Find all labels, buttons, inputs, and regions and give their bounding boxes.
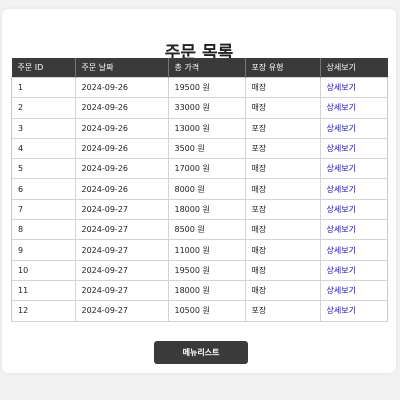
packaging-type-cell: 포장 <box>244 198 321 221</box>
menu-list-button[interactable]: 메뉴리스트 <box>154 341 248 364</box>
order-id-cell: 12 <box>11 300 76 322</box>
total-price-cell: 18000 원 <box>167 198 246 221</box>
view-details-link[interactable]: 상세보기 <box>327 286 356 295</box>
order-id-cell: 10 <box>11 259 76 281</box>
total-price-cell: 8500 원 <box>167 219 246 241</box>
view-details-link[interactable]: 상세보기 <box>327 83 356 92</box>
order-date-cell: 2024-09-27 <box>74 259 169 281</box>
view-details-link[interactable]: 상세보기 <box>327 246 356 255</box>
packaging-type-cell: 매장 <box>244 239 321 261</box>
orders-table-body: 1 2024-09-26 19500 원 매장 상세보기 2 2024-09-26 33000… <box>11 76 388 322</box>
view-details-link[interactable]: 상세보기 <box>327 205 356 214</box>
packaging-type-cell: 포장 <box>244 117 321 139</box>
column-header-total-price: 총 가격 <box>167 58 245 78</box>
view-details-link[interactable]: 상세보기 <box>327 266 356 275</box>
packaging-type-cell: 매장 <box>244 219 321 241</box>
packaging-type-cell: 매장 <box>244 158 321 180</box>
total-price-cell: 19500 원 <box>167 259 246 281</box>
order-id-cell: 6 <box>11 178 76 200</box>
table-row: 6 2024-09-26 8000 원 매장 상세보기 <box>11 178 388 200</box>
order-id-cell: 4 <box>11 137 76 160</box>
details-cell: 상세보기 <box>319 300 388 322</box>
table-row: 12 2024-09-27 10500 원 포장 상세보기 <box>11 300 388 322</box>
column-header-order-id: 주문 ID <box>11 58 75 78</box>
order-date-cell: 2024-09-26 <box>74 97 169 119</box>
order-id-cell: 9 <box>11 239 76 261</box>
details-cell: 상세보기 <box>319 137 388 160</box>
packaging-type-cell: 매장 <box>244 76 321 99</box>
packaging-type-cell: 매장 <box>244 259 321 281</box>
details-cell: 상세보기 <box>319 76 388 99</box>
total-price-cell: 17000 원 <box>167 158 246 180</box>
order-date-cell: 2024-09-27 <box>74 300 169 322</box>
order-id-cell: 1 <box>11 76 76 99</box>
table-row: 11 2024-09-27 18000 원 매장 상세보기 <box>11 279 388 302</box>
details-cell: 상세보기 <box>319 279 388 302</box>
details-cell: 상세보기 <box>319 97 388 119</box>
table-row: 3 2024-09-26 13000 원 포장 상세보기 <box>11 117 388 139</box>
order-date-cell: 2024-09-26 <box>74 76 169 99</box>
order-date-cell: 2024-09-27 <box>74 239 169 261</box>
packaging-type-cell: 매장 <box>244 279 321 302</box>
orders-table-header-row: 주문 ID 주문 날짜 총 가격 포장 유형 상세보기 <box>11 58 388 78</box>
packaging-type-cell: 포장 <box>244 300 321 322</box>
details-cell: 상세보기 <box>319 117 388 139</box>
table-row: 2 2024-09-26 33000 원 매장 상세보기 <box>11 97 388 119</box>
order-id-cell: 3 <box>11 117 76 139</box>
total-price-cell: 18000 원 <box>167 279 246 302</box>
packaging-type-cell: 매장 <box>244 97 321 119</box>
details-cell: 상세보기 <box>319 259 388 281</box>
view-details-link[interactable]: 상세보기 <box>327 225 356 234</box>
order-date-cell: 2024-09-26 <box>74 158 169 180</box>
order-id-cell: 5 <box>11 158 76 180</box>
column-header-packaging-type: 포장 유형 <box>244 58 320 78</box>
total-price-cell: 19500 원 <box>167 76 246 99</box>
details-cell: 상세보기 <box>319 158 388 180</box>
view-details-link[interactable]: 상세보기 <box>327 103 356 112</box>
total-price-cell: 3500 원 <box>167 137 246 160</box>
packaging-type-cell: 포장 <box>244 137 321 160</box>
order-date-cell: 2024-09-27 <box>74 219 169 241</box>
table-row: 9 2024-09-27 11000 원 매장 상세보기 <box>11 239 388 261</box>
table-row: 7 2024-09-27 18000 원 포장 상세보기 <box>11 198 388 221</box>
orders-table: 주문 ID 주문 날짜 총 가격 포장 유형 상세보기 1 2024-09-26 1… <box>11 58 388 322</box>
total-price-cell: 13000 원 <box>167 117 246 139</box>
order-id-cell: 11 <box>11 279 76 302</box>
details-cell: 상세보기 <box>319 198 388 221</box>
view-details-link[interactable]: 상세보기 <box>327 306 356 315</box>
total-price-cell: 10500 원 <box>167 300 246 322</box>
order-id-cell: 8 <box>11 219 76 241</box>
order-id-cell: 7 <box>11 198 76 221</box>
view-details-link[interactable]: 상세보기 <box>327 124 356 133</box>
orders-table-head: 주문 ID 주문 날짜 총 가격 포장 유형 상세보기 <box>11 58 388 78</box>
table-row: 8 2024-09-27 8500 원 매장 상세보기 <box>11 219 388 241</box>
order-date-cell: 2024-09-26 <box>74 117 169 139</box>
order-list-card: 주문 목록 주문 ID 주문 날짜 총 가격 포장 유형 상세보기 1 2024-… <box>2 9 396 373</box>
order-date-cell: 2024-09-26 <box>74 137 169 160</box>
column-header-order-date: 주문 날짜 <box>74 58 168 78</box>
view-details-link[interactable]: 상세보기 <box>327 144 356 153</box>
view-details-link[interactable]: 상세보기 <box>327 185 356 194</box>
table-row: 1 2024-09-26 19500 원 매장 상세보기 <box>11 76 388 99</box>
total-price-cell: 11000 원 <box>167 239 246 261</box>
order-date-cell: 2024-09-27 <box>74 279 169 302</box>
table-row: 10 2024-09-27 19500 원 매장 상세보기 <box>11 259 388 281</box>
table-row: 5 2024-09-26 17000 원 매장 상세보기 <box>11 158 388 180</box>
view-details-link[interactable]: 상세보기 <box>327 164 356 173</box>
total-price-cell: 33000 원 <box>167 97 246 119</box>
column-header-details: 상세보기 <box>319 58 388 78</box>
table-row: 4 2024-09-26 3500 원 포장 상세보기 <box>11 137 388 160</box>
packaging-type-cell: 매장 <box>244 178 321 200</box>
details-cell: 상세보기 <box>319 239 388 261</box>
details-cell: 상세보기 <box>319 178 388 200</box>
details-cell: 상세보기 <box>319 219 388 241</box>
order-date-cell: 2024-09-27 <box>74 198 169 221</box>
order-date-cell: 2024-09-26 <box>74 178 169 200</box>
order-id-cell: 2 <box>11 97 76 119</box>
total-price-cell: 8000 원 <box>167 178 246 200</box>
